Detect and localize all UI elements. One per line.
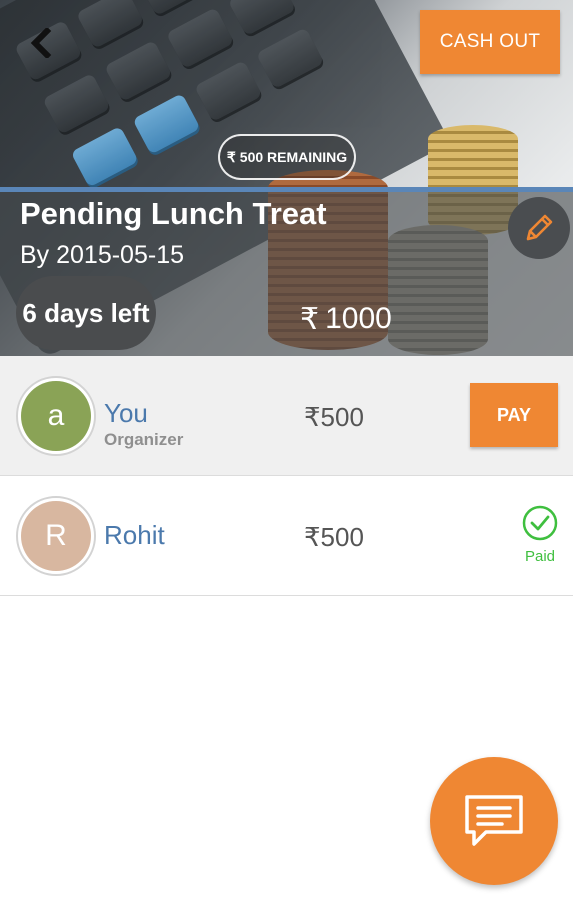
participant-role: Organizer bbox=[104, 430, 184, 449]
chat-button[interactable] bbox=[430, 757, 558, 885]
chevron-left-icon bbox=[30, 26, 52, 60]
remaining-badge: ₹ 500 REMAINING bbox=[218, 134, 356, 180]
divider bbox=[0, 187, 573, 192]
participant-name: Rohit bbox=[104, 520, 165, 550]
pencil-icon bbox=[526, 214, 553, 241]
total-amount: ₹ 1000 bbox=[300, 302, 392, 337]
remaining-text: 500 REMAINING bbox=[239, 149, 348, 165]
back-button[interactable] bbox=[28, 26, 56, 60]
pay-button[interactable]: PAY bbox=[470, 383, 558, 447]
page-title: Pending Lunch Treat bbox=[20, 196, 327, 231]
avatar: R bbox=[16, 496, 96, 576]
participant-amount: ₹500 bbox=[304, 402, 364, 432]
cash-out-button[interactable]: CASH OUT bbox=[420, 10, 560, 74]
avatar-letter: R bbox=[21, 501, 91, 571]
participant-row: a You Organizer ₹500 PAY bbox=[0, 356, 573, 476]
participant-name: You bbox=[104, 398, 148, 428]
chat-icon bbox=[465, 795, 523, 846]
check-circle-icon bbox=[522, 505, 558, 541]
participant-amount: ₹500 bbox=[304, 522, 364, 552]
currency-symbol: ₹ bbox=[226, 148, 236, 165]
participant-row: R Rohit ₹500 Paid bbox=[0, 476, 573, 596]
total-value: 1000 bbox=[325, 302, 392, 335]
currency-symbol: ₹ bbox=[300, 303, 320, 336]
days-left-badge: 6 days left bbox=[16, 276, 156, 350]
paid-status: Paid bbox=[518, 504, 562, 565]
avatar-letter: a bbox=[21, 381, 91, 451]
edit-button[interactable] bbox=[508, 197, 570, 259]
due-date: By 2015-05-15 bbox=[20, 241, 185, 269]
paid-label: Paid bbox=[524, 548, 556, 565]
avatar: a bbox=[16, 376, 96, 456]
